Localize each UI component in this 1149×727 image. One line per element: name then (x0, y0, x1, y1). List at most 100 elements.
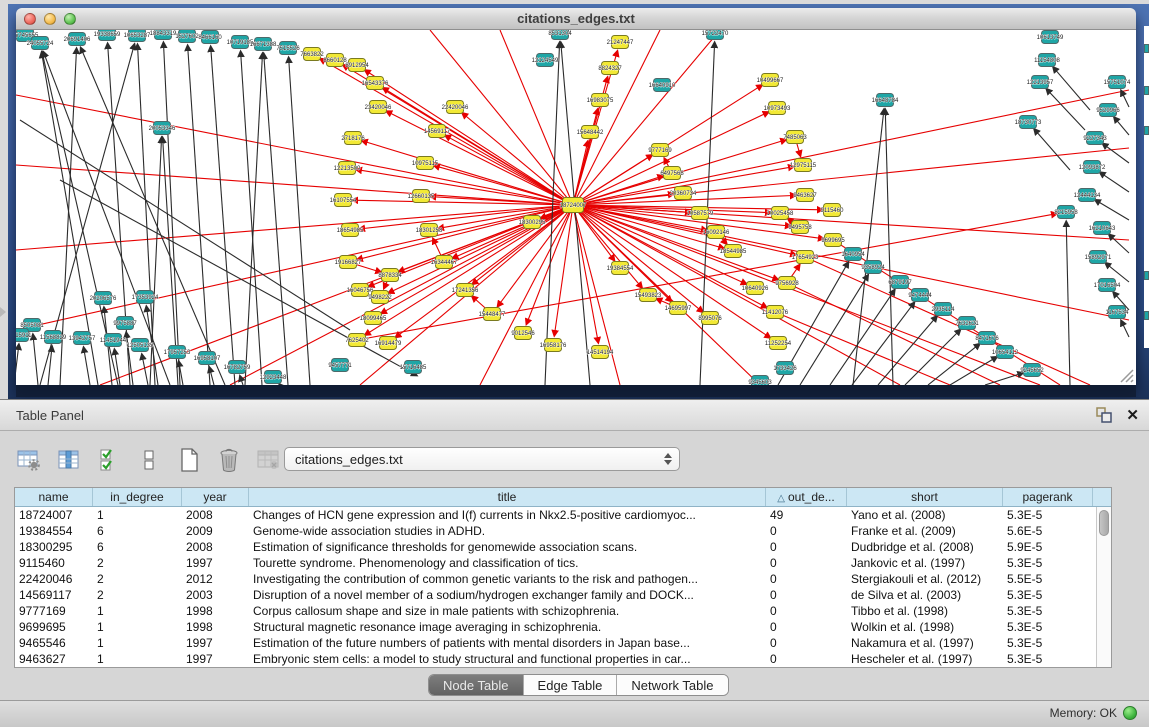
graph-node-label: 23420046 (365, 105, 392, 111)
table-cell: 0 (766, 571, 847, 587)
graph-node-label: 15716485 (400, 365, 427, 371)
graph-edge (241, 51, 262, 385)
table-cell: 5.3E-5 (1003, 587, 1093, 603)
tab-network-table[interactable]: Network Table (617, 675, 727, 695)
table-cell: Dudbridge et al. (2008) (847, 539, 1003, 555)
tab-edge-table[interactable]: Edge Table (524, 675, 618, 695)
column-header-in_degree[interactable]: in_degree (93, 488, 182, 506)
import-table-icon-disabled[interactable] (254, 445, 284, 475)
new-table-icon[interactable] (174, 445, 204, 475)
column-header-title[interactable]: title (249, 488, 766, 506)
table-cell: 0 (766, 587, 847, 603)
graph-node-label: 9975887 (113, 321, 137, 327)
column-header-year[interactable]: year (182, 488, 249, 506)
table-cell: Stergiakouli et al. (2012) (847, 571, 1003, 587)
sort-ascending-icon: △ (777, 493, 785, 504)
graph-node-label: 9474444 (908, 293, 932, 299)
graph-node-label: 7485063 (783, 135, 807, 141)
table-toolbar: f(x) (14, 443, 324, 477)
scrollbar-thumb[interactable] (1099, 510, 1109, 536)
show-columns-icon[interactable] (54, 445, 84, 475)
table-panel-title: Table Panel (16, 408, 84, 423)
tab-node-table[interactable]: Node Table (429, 675, 524, 695)
table-row[interactable]: 1830029562008Estimation of significance … (15, 539, 1096, 555)
table-cell: 18300295 (15, 539, 93, 555)
graph-edge (1066, 221, 1070, 385)
graph-node-label: 18099465 (360, 316, 387, 322)
table-cell: 9777169 (15, 603, 93, 619)
table-cell: 1 (93, 651, 182, 667)
graph-node-label: 8878334 (378, 273, 402, 279)
status-bar: Memory: OK (0, 700, 1149, 727)
table-row[interactable]: 969969511998Structural magnetic resonanc… (15, 619, 1096, 635)
graph-node-label: 18301258 (416, 228, 443, 234)
table-row[interactable]: 977716911998Corpus callosum shape and si… (15, 603, 1096, 619)
graph-node-label: 14695997 (665, 306, 692, 312)
column-header-name[interactable]: name (15, 488, 93, 506)
graph-node-label: 13942757 (69, 336, 96, 342)
table-row[interactable]: 2242004622012Investigating the contribut… (15, 571, 1096, 587)
background-node-fragment (1144, 126, 1149, 135)
graph-node-label: 16983075 (587, 98, 614, 104)
graph-node-label: 7625402 (345, 338, 369, 344)
window-shadow (16, 385, 1136, 397)
control-panel-collapse-arrow[interactable] (0, 307, 6, 317)
delete-table-icon[interactable] (214, 445, 244, 475)
table-cell: 14569117 (15, 587, 93, 603)
graph-node-label: 18654985 (337, 228, 364, 234)
float-panel-icon[interactable] (1095, 406, 1114, 425)
table-cell: 5.5E-5 (1003, 571, 1093, 587)
table-row[interactable]: 1456911722003Disruption of a novel membe… (15, 587, 1096, 603)
table-row[interactable]: 1872400712008Changes of HCN gene express… (15, 507, 1096, 523)
network-window-titlebar[interactable]: citations_edges.txt (16, 8, 1136, 30)
column-header-pagerank[interactable]: pagerank (1003, 488, 1093, 506)
column-header-out_de[interactable]: △out_de... (766, 488, 847, 506)
graph-node-label: 1640954 (841, 252, 865, 258)
table-cell: Estimation of the future numbers of pati… (249, 635, 766, 651)
graph-node-label: 12124549 (532, 58, 559, 64)
table-cell: Jankovic et al. (1997) (847, 555, 1003, 571)
table-cell: Tibbo et al. (1998) (847, 603, 1003, 619)
table-cell: 18724007 (15, 507, 93, 523)
table-row[interactable]: 946362711997Embryonic stem cells: a mode… (15, 651, 1096, 667)
graph-edge (188, 45, 210, 385)
citation-network-graph[interactable]: 1872400718300295193845547663822866012889… (16, 30, 1136, 385)
table-panel-header: Table Panel ✕ (0, 399, 1149, 431)
application-window: citations_edges.txt 18724007183002951938… (0, 0, 1149, 727)
table-cell: 0 (766, 555, 847, 571)
table-cell: Wolkin et al. (1998) (847, 619, 1003, 635)
graph-node-label: 8824327 (598, 66, 622, 72)
close-panel-icon[interactable]: ✕ (1126, 407, 1139, 425)
graph-node-label: 17016504 (1094, 283, 1121, 289)
graph-node-label: 16210643 (1089, 226, 1116, 232)
table-cell: 5.9E-5 (1003, 539, 1093, 555)
graph-node-label: 9115460 (821, 208, 845, 214)
table-cell: 5.3E-5 (1003, 507, 1093, 523)
memory-status-indicator[interactable] (1123, 706, 1137, 720)
network-view-window[interactable]: citations_edges.txt 18724007183002951938… (16, 8, 1136, 385)
graph-node-label: 11252254 (765, 341, 792, 347)
graph-node-label: 16914479 (375, 341, 402, 347)
graph-node-label: 20360734 (670, 191, 697, 197)
network-canvas[interactable]: 1872400718300295193845547663822866012889… (16, 30, 1136, 385)
table-vertical-scrollbar[interactable] (1096, 507, 1111, 667)
graph-node-label: 15448477 (479, 312, 506, 318)
window-resize-grip[interactable] (1117, 366, 1135, 384)
table-row[interactable]: 911546021997Tourette syndrome. Phenomeno… (15, 555, 1096, 571)
graph-node-label: 17957253 (164, 350, 191, 356)
column-header-short[interactable]: short (847, 488, 1003, 506)
table-cell: 5.3E-5 (1003, 635, 1093, 651)
table-row[interactable]: 946554611997Estimation of the future num… (15, 635, 1096, 651)
row-options-icon[interactable] (134, 445, 164, 475)
table-selector-combobox[interactable]: citations_edges.txt (284, 447, 680, 471)
table-cell: 1 (93, 619, 182, 635)
table-cell: 5.3E-5 (1003, 555, 1093, 571)
table-cell: Embryonic stem cells: a model to study s… (249, 651, 766, 667)
table-row[interactable]: 1938455462009Genome-wide association stu… (15, 523, 1096, 539)
graph-node-label: 10499667 (757, 78, 784, 84)
select-columns-icon[interactable] (94, 445, 124, 475)
table-settings-icon[interactable] (14, 445, 44, 475)
graph-node-label: 16092146 (703, 230, 730, 236)
table-cell: 9699695 (15, 619, 93, 635)
graph-node-label: 16046756 (347, 288, 374, 294)
